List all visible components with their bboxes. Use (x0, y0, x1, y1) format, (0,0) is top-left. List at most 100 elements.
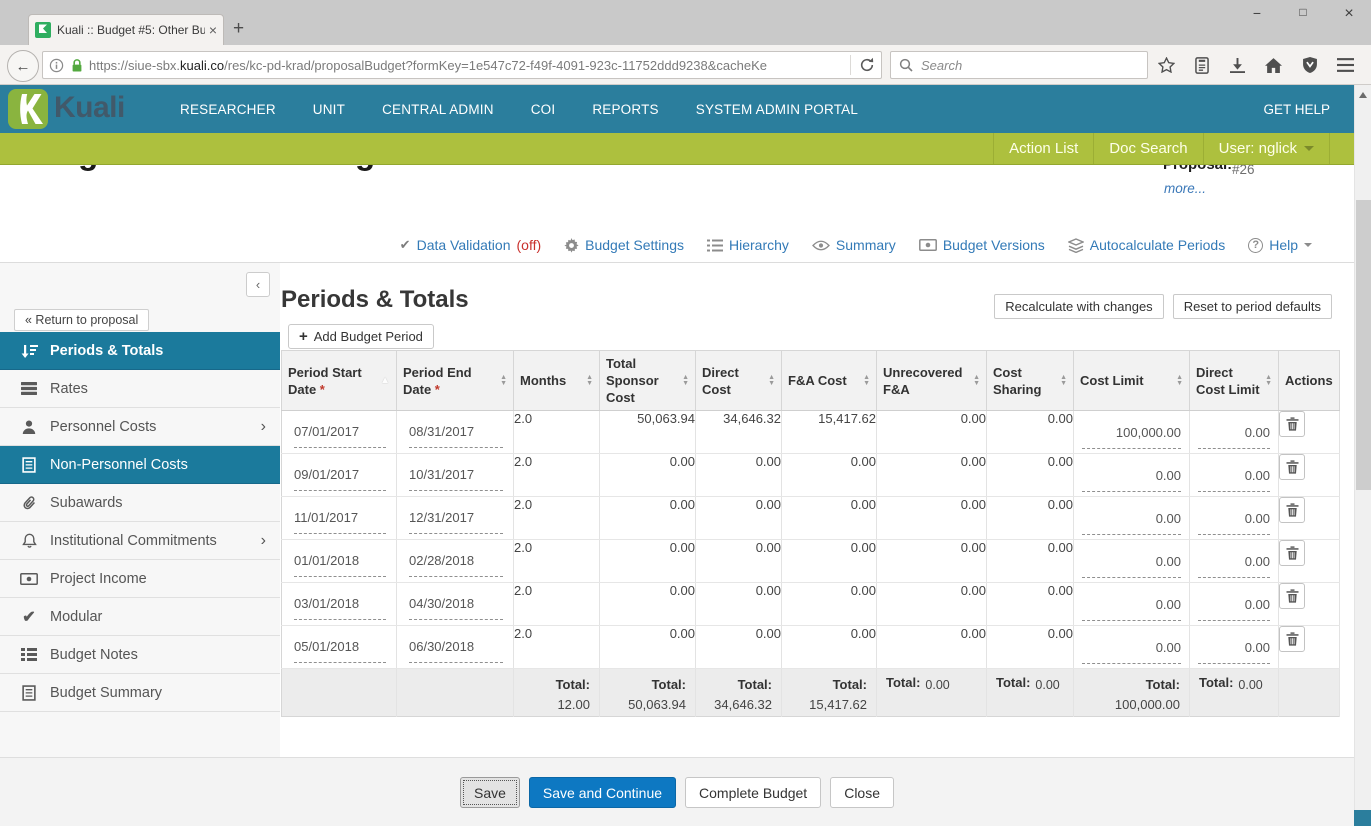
period-start-field[interactable]: 07/01/2017 (294, 417, 386, 448)
budget-settings-link[interactable]: Budget Settings (564, 237, 684, 253)
sort-icon[interactable]: ▲▼ (500, 375, 507, 387)
direct-cost-limit-field[interactable]: 0.00 (1198, 587, 1270, 621)
doc-search-link[interactable]: Doc Search (1093, 133, 1202, 164)
delete-period-button[interactable] (1279, 411, 1305, 437)
direct-cost-limit-field[interactable]: 0.00 (1198, 415, 1270, 449)
period-end-field[interactable]: 02/28/2018 (409, 546, 503, 577)
info-icon[interactable] (49, 58, 64, 73)
direct-cost-limit-field[interactable]: 0.00 (1198, 630, 1270, 664)
delete-period-button[interactable] (1279, 583, 1305, 609)
cost-limit-field[interactable]: 0.00 (1082, 544, 1181, 578)
sidebar-item-budget-summary[interactable]: Budget Summary (0, 674, 280, 712)
sidebar-item-project-income[interactable]: Project Income (0, 560, 280, 598)
browser-tab[interactable]: Kuali :: Budget #5: Other Bud × (28, 14, 224, 45)
period-end-field[interactable]: 08/31/2017 (409, 417, 503, 448)
direct-cost-limit-field[interactable]: 0.00 (1198, 458, 1270, 492)
data-validation-link[interactable]: ✔ Data Validation (off) (400, 237, 541, 253)
download-icon[interactable] (1230, 58, 1245, 73)
sort-icon[interactable]: ▲▼ (768, 375, 775, 387)
home-icon[interactable] (1265, 58, 1282, 73)
column-header-total-sponsor-cost[interactable]: Total Sponsor Cost▲▼ (600, 351, 696, 411)
column-header-unrecovered-f-a[interactable]: Unrecovered F&A▲▼ (877, 351, 987, 411)
menu-icon[interactable] (1337, 58, 1354, 72)
direct-cost-limit-field[interactable]: 0.00 (1198, 501, 1270, 535)
column-header-direct-cost[interactable]: Direct Cost▲▼ (696, 351, 782, 411)
cost-limit-field[interactable]: 0.00 (1082, 501, 1181, 535)
get-help-link[interactable]: GET HELP (1263, 85, 1330, 133)
delete-period-button[interactable] (1279, 540, 1305, 566)
sidebar-item-rates[interactable]: Rates (0, 370, 280, 408)
cost-limit-field[interactable]: 0.00 (1082, 587, 1181, 621)
lock-icon[interactable] (71, 58, 83, 73)
sidebar-item-institutional-commitments[interactable]: Institutional Commitments › (0, 522, 280, 560)
budget-versions-link[interactable]: Budget Versions (919, 237, 1045, 253)
scrollbar-thumb[interactable] (1356, 200, 1371, 490)
sort-icon[interactable]: ▲▼ (1060, 375, 1067, 387)
direct-cost-limit-field[interactable]: 0.00 (1198, 544, 1270, 578)
nav-researcher[interactable]: RESEARCHER (180, 102, 276, 117)
search-bar[interactable] (890, 51, 1148, 79)
sort-icon[interactable]: ▲▼ (1176, 375, 1183, 387)
scroll-up-icon[interactable] (1359, 92, 1367, 98)
nav-central-admin[interactable]: CENTRAL ADMIN (382, 102, 494, 117)
sort-asc-icon[interactable]: ▲ (380, 375, 390, 386)
recalculate-button[interactable]: Recalculate with changes (994, 294, 1163, 319)
page-scrollbar[interactable] (1354, 85, 1371, 826)
period-end-field[interactable]: 10/31/2017 (409, 460, 503, 491)
help-menu[interactable]: ? Help (1248, 237, 1312, 253)
nav-unit[interactable]: UNIT (313, 102, 345, 117)
add-budget-period-button[interactable]: + Add Budget Period (288, 324, 434, 349)
back-button[interactable]: ← (7, 50, 39, 82)
column-header-cost-sharing[interactable]: Cost Sharing▲▼ (987, 351, 1074, 411)
sort-icon[interactable]: ▲▼ (586, 375, 593, 387)
cost-limit-field[interactable]: 100,000.00 (1082, 415, 1181, 449)
save-and-continue-button[interactable]: Save and Continue (529, 777, 676, 808)
close-budget-button[interactable]: Close (830, 777, 894, 808)
sort-icon[interactable]: ▲▼ (863, 375, 870, 387)
return-to-proposal-button[interactable]: « Return to proposal (14, 309, 149, 331)
kuali-logo-icon[interactable] (8, 89, 48, 129)
more-link[interactable]: more... (1164, 181, 1206, 196)
nav-system-admin-portal[interactable]: SYSTEM ADMIN PORTAL (696, 102, 858, 117)
sort-icon[interactable]: ▲▼ (682, 375, 689, 387)
delete-period-button[interactable] (1279, 497, 1305, 523)
period-start-field[interactable]: 01/01/2018 (294, 546, 386, 577)
period-end-field[interactable]: 04/30/2018 (409, 589, 503, 620)
delete-period-button[interactable] (1279, 626, 1305, 652)
url-bar[interactable]: https://siue-sbx.kuali.co/res/kc-pd-krad… (42, 51, 882, 79)
search-input[interactable] (919, 57, 1139, 74)
column-header-period-end-date[interactable]: Period End Date *▲▼ (397, 351, 514, 411)
sidebar-item-subawards[interactable]: Subawards (0, 484, 280, 522)
sidebar-item-periods-totals[interactable]: Periods & Totals (0, 332, 280, 370)
close-button[interactable]: × (1341, 5, 1357, 23)
summary-link[interactable]: Summary (812, 237, 896, 253)
action-list-link[interactable]: Action List (993, 133, 1093, 164)
period-start-field[interactable]: 09/01/2017 (294, 460, 386, 491)
column-header-cost-limit[interactable]: Cost Limit▲▼ (1074, 351, 1190, 411)
period-start-field[interactable]: 05/01/2018 (294, 632, 386, 663)
url-text[interactable]: https://siue-sbx.kuali.co/res/kc-pd-krad… (89, 58, 842, 73)
new-tab-button[interactable]: + (233, 18, 244, 40)
period-start-field[interactable]: 11/01/2017 (294, 503, 386, 534)
minimize-button[interactable]: − (1249, 5, 1265, 23)
column-header-f-a-cost[interactable]: F&A Cost▲▼ (782, 351, 877, 411)
sidebar-item-non-personnel-costs[interactable]: Non-Personnel Costs (0, 446, 280, 484)
shield-icon[interactable] (1303, 57, 1317, 73)
bookmark-star-icon[interactable] (1158, 57, 1175, 73)
period-end-field[interactable]: 12/31/2017 (409, 503, 503, 534)
hierarchy-link[interactable]: Hierarchy (707, 237, 789, 253)
cost-limit-field[interactable]: 0.00 (1082, 458, 1181, 492)
sidebar-collapse-button[interactable]: ‹ (246, 272, 270, 297)
delete-period-button[interactable] (1279, 454, 1305, 480)
nav-coi[interactable]: COI (531, 102, 556, 117)
maximize-button[interactable]: □ (1295, 5, 1311, 23)
period-end-field[interactable]: 06/30/2018 (409, 632, 503, 663)
column-header-months[interactable]: Months▲▼ (514, 351, 600, 411)
reset-defaults-button[interactable]: Reset to period defaults (1173, 294, 1332, 319)
sidebar-item-budget-notes[interactable]: Budget Notes (0, 636, 280, 674)
bookmarks-list-icon[interactable] (1195, 57, 1209, 74)
user-menu[interactable]: User: nglick (1203, 133, 1329, 164)
save-button[interactable]: Save (460, 777, 520, 808)
reload-icon[interactable] (859, 57, 875, 73)
autocalculate-periods-link[interactable]: Autocalculate Periods (1068, 237, 1225, 253)
